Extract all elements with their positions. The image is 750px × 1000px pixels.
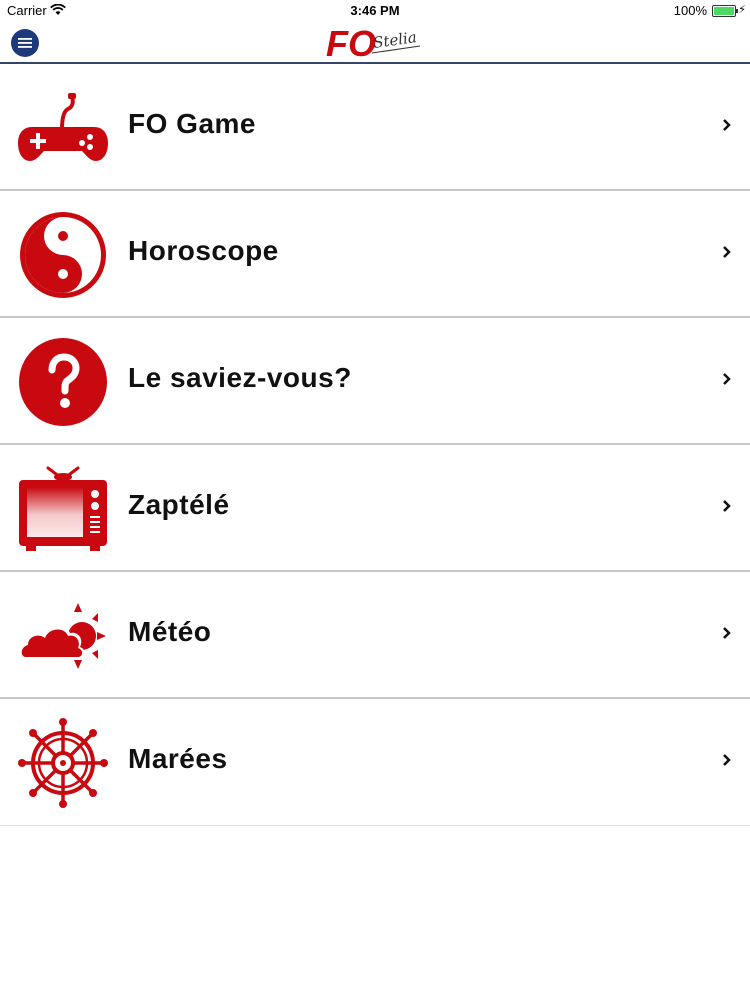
chevron-right-icon: [723, 119, 731, 131]
charging-icon: ⚡: [738, 4, 746, 16]
menu-item-label: Météo: [128, 616, 212, 647]
status-time: 3:46 PM: [350, 3, 400, 18]
weather-icon: [19, 603, 106, 669]
chevron-right-icon: [723, 373, 731, 385]
battery-percent: 100%: [673, 3, 707, 18]
gamepad-icon: [18, 93, 108, 161]
chevron-right-icon: [723, 754, 731, 766]
menu-item-fo-game[interactable]: FO Game: [0, 64, 750, 191]
menu-item-label: Marées: [128, 743, 228, 774]
menu-item-zaptele[interactable]: Zaptélé: [0, 445, 750, 572]
chevron-right-icon: [723, 500, 731, 512]
menu-list: FO Game Horoscope Le saviez-vous? Zaptél…: [0, 64, 750, 826]
menu-item-meteo[interactable]: Météo: [0, 572, 750, 699]
hamburger-icon: [18, 38, 32, 48]
chevron-right-icon: [723, 627, 731, 639]
logo-fo-text: FO: [326, 24, 376, 60]
question-icon: [19, 338, 107, 426]
menu-item-horoscope[interactable]: Horoscope: [0, 191, 750, 318]
chevron-right-icon: [723, 246, 731, 258]
battery-icon: [712, 5, 738, 17]
yin-yang-icon: [20, 212, 106, 298]
logo-stelia-text: Stelia: [372, 28, 418, 52]
menu-item-label: Le saviez-vous?: [128, 362, 352, 393]
fo-stelia-logo: FO Stelia: [326, 24, 421, 60]
status-bar: Carrier 3:46 PM 100% ⚡: [0, 0, 750, 22]
menu-item-marees[interactable]: Marées: [0, 699, 750, 826]
tv-icon: [19, 466, 107, 551]
menu-button[interactable]: [11, 29, 39, 57]
navigation-bar: FO Stelia: [0, 22, 750, 64]
menu-item-le-saviez-vous[interactable]: Le saviez-vous?: [0, 318, 750, 445]
ship-wheel-icon: [18, 718, 108, 808]
menu-item-label: FO Game: [128, 108, 256, 139]
menu-item-label: Zaptélé: [128, 489, 230, 520]
menu-item-label: Horoscope: [128, 235, 279, 266]
